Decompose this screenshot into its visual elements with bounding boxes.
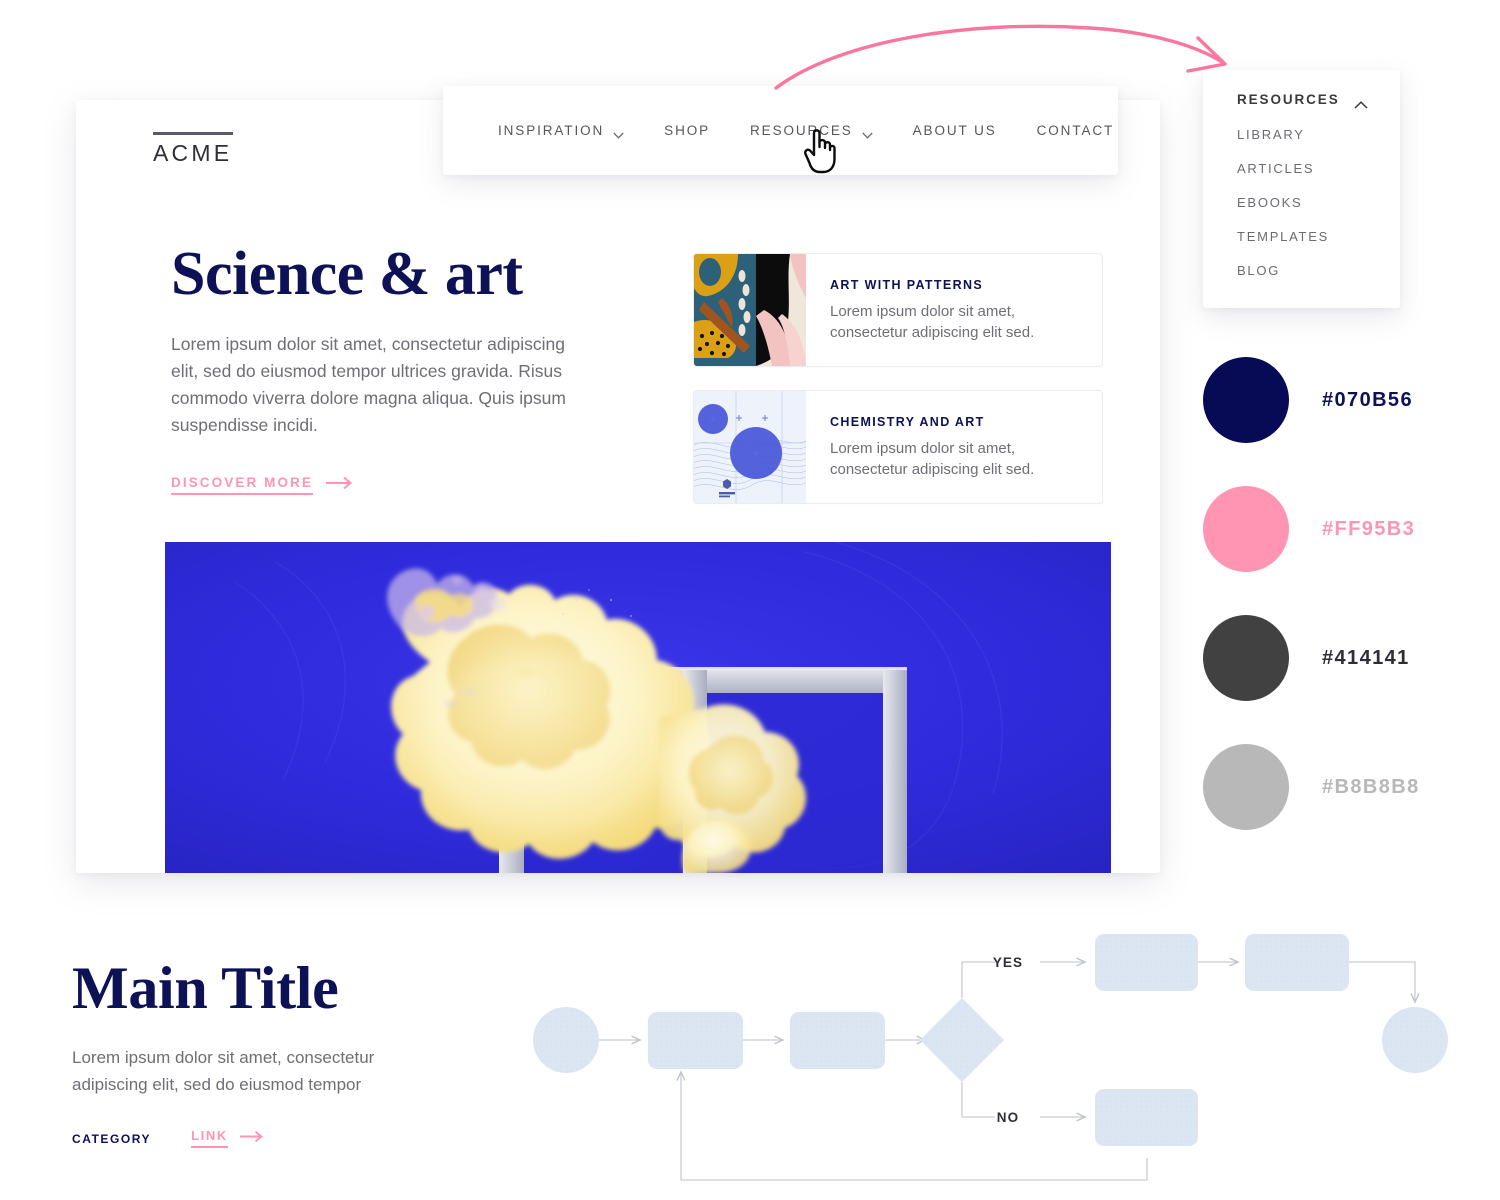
color-palette: #070B56 #FF95B3 #414141 #B8B8B8 xyxy=(1203,357,1463,873)
nav-item-label: RESOURCES xyxy=(750,123,853,138)
nav-item-resources[interactable]: RESOURCES xyxy=(730,123,893,139)
nav-item-list: INSPIRATION SHOP RESOURCES ABOUT US CONT… xyxy=(443,123,1135,139)
chevron-down-icon xyxy=(861,127,873,139)
nav-item-label: ABOUT US xyxy=(912,123,997,138)
promo-card-description: Lorem ipsum dolor sit amet, consectetur … xyxy=(830,303,1035,342)
flow-edge-label-yes: YES xyxy=(993,955,1023,970)
flow-edge xyxy=(961,961,995,998)
bottom-link[interactable]: LINK xyxy=(191,1129,266,1149)
arrow-right-icon xyxy=(326,476,356,495)
hero-text-block: Science & art Lorem ipsum dolor sit amet… xyxy=(171,243,601,495)
bottom-text-block: Main Title Lorem ipsum dolor sit amet, c… xyxy=(72,955,492,1149)
nav-item-inspiration[interactable]: INSPIRATION xyxy=(478,123,644,139)
flow-node-end xyxy=(1382,1007,1448,1073)
nav-item-contact[interactable]: CONTACT xyxy=(1017,123,1135,138)
site-preview-card: ACME Science & art Lorem ipsum dolor sit… xyxy=(76,100,1160,873)
abstract-pattern-thumbnail xyxy=(694,254,806,366)
dropdown-title: RESOURCES xyxy=(1237,92,1340,107)
dropdown-item-ebooks[interactable]: EBOOKS xyxy=(1237,195,1400,210)
page-title: Main Title xyxy=(72,955,339,1021)
flow-edge xyxy=(961,1082,995,1118)
promo-card[interactable]: CHEMISTRY AND ART Lorem ipsum dolor sit … xyxy=(693,390,1103,504)
color-swatch-dot xyxy=(1203,357,1289,443)
color-swatch-dot xyxy=(1203,615,1289,701)
flow-node-step2 xyxy=(790,1012,885,1069)
chevron-up-icon xyxy=(1354,96,1368,109)
flow-node-yes1 xyxy=(1095,934,1198,991)
floating-navbar: INSPIRATION SHOP RESOURCES ABOUT US CONT… xyxy=(443,86,1118,175)
color-swatch-label: #B8B8B8 xyxy=(1322,775,1420,798)
chevron-down-icon xyxy=(613,127,624,139)
color-swatch-label: #414141 xyxy=(1322,646,1410,669)
resources-dropdown-panel: RESOURCES LIBRARY ARTICLES EBOOKS TEMPLA… xyxy=(1203,70,1400,308)
nav-item-label: INSPIRATION xyxy=(498,123,605,138)
brand-logo[interactable]: ACME xyxy=(153,132,239,165)
flow-node-decision xyxy=(920,998,1004,1082)
hero-title: Science & art xyxy=(171,240,523,308)
nav-item-shop[interactable]: SHOP xyxy=(644,123,730,138)
flow-edge xyxy=(1349,961,1420,1004)
dropdown-item-templates[interactable]: TEMPLATES xyxy=(1237,229,1400,244)
dropdown-item-library[interactable]: LIBRARY xyxy=(1237,127,1400,142)
flow-node-no1 xyxy=(1095,1089,1198,1146)
promo-card-description: Lorem ipsum dolor sit amet, consectetur … xyxy=(830,440,1035,479)
promo-card-text: CHEMISTRY AND ART Lorem ipsum dolor sit … xyxy=(806,391,1100,503)
swatch-row: #070B56 xyxy=(1203,357,1463,443)
promo-card[interactable]: ART WITH PATTERNS Lorem ipsum dolor sit … xyxy=(693,253,1103,367)
color-swatch-label: #070B56 xyxy=(1322,388,1413,411)
flow-node-start xyxy=(533,1007,599,1073)
promo-card-text: ART WITH PATTERNS Lorem ipsum dolor sit … xyxy=(806,254,1100,366)
dropdown-toggle[interactable]: RESOURCES xyxy=(1203,70,1400,109)
brand-name: ACME xyxy=(153,140,233,166)
dropdown-item-blog[interactable]: BLOG xyxy=(1237,263,1400,278)
swatch-row: #414141 xyxy=(1203,615,1463,701)
hero-body-text: Lorem ipsum dolor sit amet, consectetur … xyxy=(171,334,566,436)
hero-photo xyxy=(165,542,1111,873)
color-swatch-dot xyxy=(1203,744,1289,830)
discover-more-label: DISCOVER MORE xyxy=(171,475,314,495)
flow-edge xyxy=(676,1070,1148,1181)
arrow-right-icon xyxy=(239,1130,266,1148)
bottom-meta-row: CATEGORY LINK xyxy=(72,1129,492,1149)
category-label: CATEGORY xyxy=(72,1131,152,1146)
color-swatch-dot xyxy=(1203,486,1289,572)
bottom-link-label: LINK xyxy=(191,1129,228,1149)
flow-edge-label-no: NO xyxy=(997,1110,1019,1125)
promo-card-title: CHEMISTRY AND ART xyxy=(830,415,985,429)
dropdown-item-articles[interactable]: ARTICLES xyxy=(1237,161,1400,176)
blue-circles-thumbnail xyxy=(694,391,806,503)
swatch-row: #B8B8B8 xyxy=(1203,744,1463,830)
flowchart-diagram: YES NO xyxy=(500,920,1480,1190)
flow-node-yes2 xyxy=(1245,934,1349,991)
swatch-row: #FF95B3 xyxy=(1203,486,1463,572)
promo-card-title: ART WITH PATTERNS xyxy=(830,278,984,292)
color-swatch-label: #FF95B3 xyxy=(1322,517,1416,540)
bottom-body-text: Lorem ipsum dolor sit amet, consectetur … xyxy=(72,1048,375,1095)
dropdown-item-list: LIBRARY ARTICLES EBOOKS TEMPLATES BLOG xyxy=(1203,107,1400,278)
promo-card-list: ART WITH PATTERNS Lorem ipsum dolor sit … xyxy=(693,253,1103,527)
discover-more-link[interactable]: DISCOVER MORE xyxy=(171,475,356,495)
page-root: ACME Science & art Lorem ipsum dolor sit… xyxy=(0,0,1500,1200)
nav-item-label: SHOP xyxy=(664,123,711,138)
flow-node-step1 xyxy=(648,1012,743,1069)
brand-rule xyxy=(153,132,233,135)
nav-item-label: CONTACT xyxy=(1036,123,1115,138)
nav-item-about-us[interactable]: ABOUT US xyxy=(893,123,1017,138)
